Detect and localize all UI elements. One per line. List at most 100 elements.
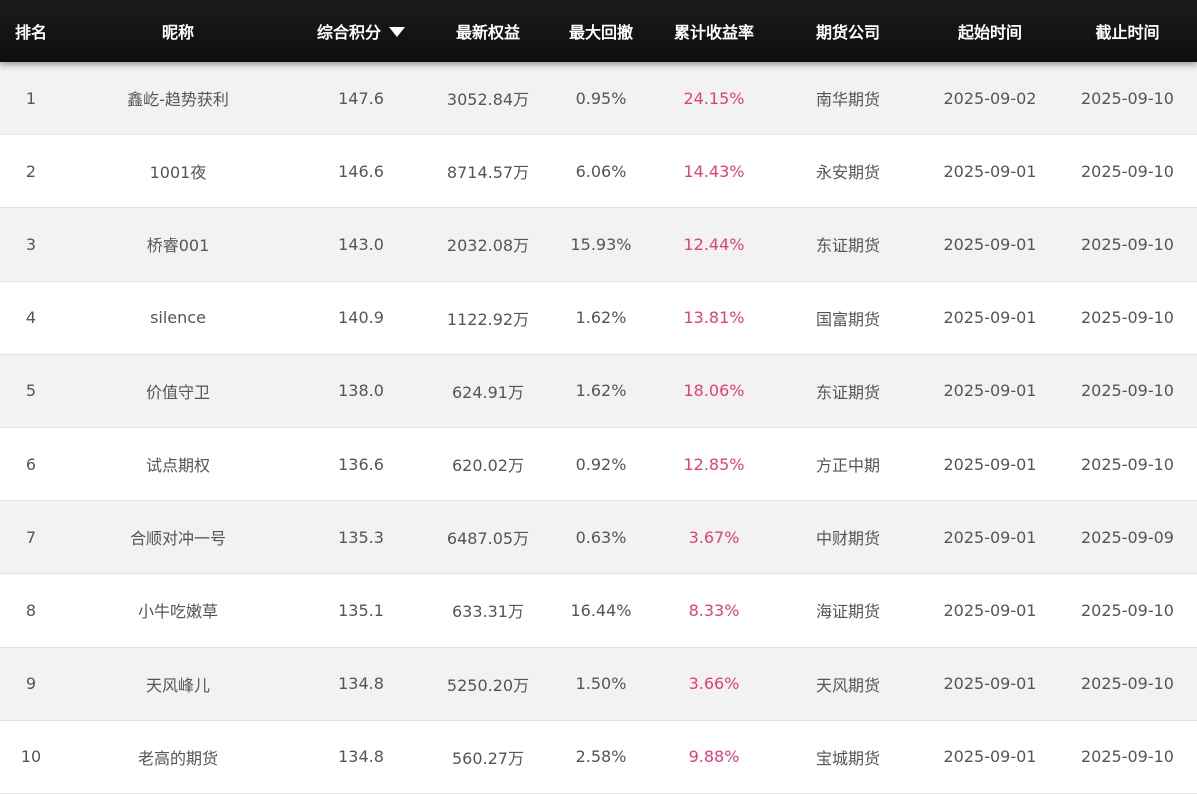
cell-rank: 6	[25, 454, 37, 474]
cell-company: 国富期货	[815, 309, 880, 329]
cell-return-rate: 8.33%	[688, 600, 740, 620]
cell-return-rate: 3.67%	[688, 527, 740, 547]
cell-score: 134.8	[338, 747, 384, 767]
cell-equity: 3052.84万	[446, 90, 530, 110]
cell-end: 2025-09-09	[1081, 527, 1174, 547]
cell-return-rate: 9.88%	[688, 747, 740, 767]
cell-return-rate: 14.43%	[683, 161, 745, 181]
cell-end: 2025-09-10	[1081, 600, 1174, 620]
cell-score: 138.0	[338, 381, 384, 401]
cell-company: 方正中期	[815, 456, 880, 476]
cell-rank: 7	[25, 527, 37, 547]
cell-equity: 620.02万	[452, 456, 524, 476]
table-row[interactable]: 5 价值守卫 138.0 624.91万 1.62% 18.06% 东证期货 2025-09-…	[0, 354, 1197, 428]
table-row[interactable]: 8 小牛吃嫩草 135.1 633.31万 16.44% 8.33% 海证期货 2025-09…	[0, 574, 1197, 648]
cell-start: 2025-09-01	[943, 308, 1037, 328]
header-equity[interactable]: 最新权益	[428, 0, 548, 62]
table-row[interactable]: 9 天风峰儿 134.8 5250.20万 1.50% 3.66% 天风期货 2025-09-…	[0, 647, 1197, 721]
cell-return-rate: 24.15%	[683, 88, 745, 108]
cell-drawdown: 0.63%	[575, 527, 627, 547]
cell-return-rate: 13.81%	[683, 308, 745, 328]
cell-equity: 633.31万	[452, 602, 524, 622]
cell-rank: 8	[25, 600, 37, 620]
cell-nickname: 合顺对冲一号	[129, 529, 226, 549]
header-return-rate-label: 累计收益率	[673, 23, 754, 42]
cell-score: 135.3	[338, 527, 384, 547]
cell-equity: 1122.92万	[446, 309, 530, 329]
header-drawdown[interactable]: 最大回撤	[548, 0, 654, 62]
cell-return-rate: 12.85%	[683, 454, 745, 474]
cell-end: 2025-09-10	[1081, 161, 1174, 181]
cell-nickname: 天风峰儿	[145, 675, 210, 695]
cell-end: 2025-09-10	[1081, 381, 1174, 401]
cell-return-rate: 12.44%	[683, 234, 745, 254]
header-return-rate[interactable]: 累计收益率	[654, 0, 774, 62]
cell-nickname: 价值守卫	[145, 382, 210, 402]
cell-start: 2025-09-01	[943, 600, 1037, 620]
cell-company: 东证期货	[815, 382, 880, 402]
cell-nickname: 1001夜	[149, 163, 207, 183]
table-body: 1 鑫屹-趋势获利 147.6 3052.84万 0.95% 24.15% 南华期货 2025…	[0, 62, 1197, 794]
cell-rank: 5	[25, 381, 37, 401]
table-row[interactable]: 6 试点期权 136.6 620.02万 0.92% 12.85% 方正中期 2025-09-…	[0, 427, 1197, 502]
cell-drawdown: 1.62%	[575, 381, 627, 401]
cell-rank: 10	[20, 747, 42, 767]
header-score[interactable]: 综合积分	[294, 0, 428, 62]
table-row[interactable]: 3 桥睿001 143.0 2032.08万 15.93% 12.44% 东证期货 2025-…	[0, 208, 1197, 282]
cell-rank: 4	[25, 308, 37, 328]
cell-start: 2025-09-01	[943, 381, 1037, 401]
header-nickname[interactable]: 昵称	[62, 0, 294, 62]
cell-start: 2025-09-01	[943, 747, 1037, 767]
cell-drawdown: 16.44%	[570, 600, 632, 620]
table-row[interactable]: 4 silence 140.9 1122.92万 1.62% 13.81% 国富期货 2025…	[0, 281, 1197, 355]
cell-end: 2025-09-10	[1081, 308, 1174, 328]
ranking-table: 排名 昵称 综合积分 最新权益 最大回撤 累计收益率 期货公司 起始时间 截止时…	[0, 0, 1197, 794]
cell-score: 136.6	[338, 454, 384, 474]
table-row[interactable]: 10 老高的期货 134.8 560.27万 2.58% 9.88% 宝城期货 2025-09…	[0, 720, 1197, 794]
header-score-label: 综合积分	[316, 23, 381, 42]
cell-score: 143.0	[338, 234, 384, 254]
cell-company: 中财期货	[815, 529, 880, 549]
cell-company: 南华期货	[815, 90, 880, 110]
cell-company: 宝城期货	[815, 748, 880, 768]
sort-down-icon[interactable]	[389, 26, 405, 37]
cell-return-rate: 18.06%	[683, 381, 745, 401]
cell-equity: 8714.57万	[446, 163, 530, 183]
cell-start: 2025-09-01	[943, 454, 1037, 474]
cell-nickname: silence	[150, 308, 206, 328]
table-row[interactable]: 1 鑫屹-趋势获利 147.6 3052.84万 0.95% 24.15% 南华期货 2025…	[0, 62, 1197, 136]
cell-nickname: 试点期权	[145, 456, 210, 476]
cell-company: 海证期货	[815, 602, 880, 622]
cell-equity: 5250.20万	[446, 675, 530, 695]
cell-drawdown: 6.06%	[575, 161, 627, 181]
cell-end: 2025-09-10	[1081, 747, 1174, 767]
cell-start: 2025-09-01	[943, 527, 1037, 547]
cell-company: 东证期货	[815, 236, 880, 256]
cell-equity: 624.91万	[452, 382, 524, 402]
cell-rank: 1	[25, 88, 37, 108]
header-start[interactable]: 起始时间	[922, 0, 1058, 62]
cell-company: 天风期货	[815, 675, 880, 695]
header-end[interactable]: 截止时间	[1058, 0, 1197, 62]
table-row[interactable]: 7 合顺对冲一号 135.3 6487.05万 0.63% 3.67% 中财期货 2025-0…	[0, 501, 1197, 575]
cell-score: 147.6	[338, 88, 384, 108]
cell-score: 140.9	[338, 308, 384, 328]
table-row[interactable]: 2 1001夜 146.6 8714.57万 6.06% 14.43% 永安期货 2025-0…	[0, 135, 1197, 209]
cell-nickname: 老高的期货	[137, 748, 218, 768]
cell-drawdown: 0.95%	[575, 88, 627, 108]
cell-drawdown: 0.92%	[575, 454, 627, 474]
cell-end: 2025-09-10	[1081, 234, 1174, 254]
cell-nickname: 小牛吃嫩草	[137, 602, 218, 622]
cell-equity: 2032.08万	[446, 236, 530, 256]
cell-end: 2025-09-10	[1081, 454, 1174, 474]
cell-score: 135.1	[338, 600, 384, 620]
cell-start: 2025-09-01	[943, 674, 1037, 694]
cell-nickname: 桥睿001	[146, 236, 210, 256]
cell-start: 2025-09-01	[943, 161, 1037, 181]
cell-drawdown: 15.93%	[570, 234, 632, 254]
header-company[interactable]: 期货公司	[774, 0, 922, 62]
cell-drawdown: 2.58%	[575, 747, 627, 767]
header-equity-label: 最新权益	[455, 23, 520, 42]
header-drawdown-label: 最大回撤	[568, 23, 633, 42]
header-rank[interactable]: 排名	[0, 0, 62, 62]
